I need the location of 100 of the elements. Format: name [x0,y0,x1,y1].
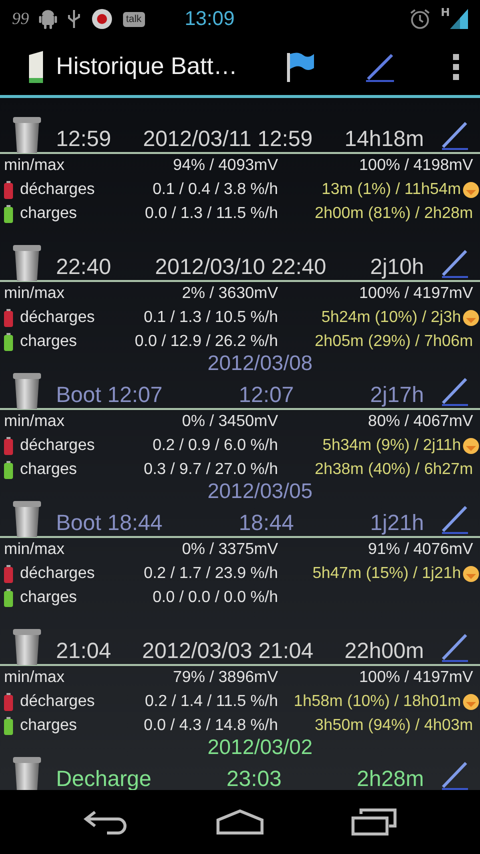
entry-time: 2012/03/10 22:40 [154,254,328,280]
battery-icon [26,50,46,84]
record-icon [91,8,113,30]
entry-time: 2012/03/03 21:04 [141,638,314,664]
overflow-menu-icon[interactable] [452,52,460,80]
battery-icon [4,589,13,607]
max-value: 100% / 4198mV [358,157,473,175]
discharge-estimate: 13m (1%) / 11h54m [322,181,461,199]
discharge-estimate: 5h24m (10%) / 2j3h [321,309,461,327]
row-label: décharges [20,309,95,327]
max-value: 80% / 4067mV [367,413,473,431]
battery-icon [4,461,13,479]
row-label: décharges [20,181,95,199]
trash-icon[interactable] [12,756,42,790]
max-value: 91% / 4076mV [367,541,473,559]
entry-label: 21:04 [56,638,112,664]
date-heading: 2012/03/02 [207,736,313,760]
entry-label: Boot 18:44 [56,510,162,536]
row-label: min/max [4,285,66,303]
date-heading: 2012/03/08 [207,352,313,376]
notification-text: 99 [12,9,29,29]
edit-icon[interactable] [440,631,470,663]
edit-icon[interactable] [440,247,470,279]
edit-icon[interactable] [440,503,470,535]
charge-estimate: 3h50m (94%) / 4h03m [314,717,473,735]
battery-icon [4,437,13,455]
edit-icon[interactable] [440,119,470,151]
edit-icon[interactable] [440,375,470,407]
row-label: charges [20,333,77,351]
trash-icon[interactable] [12,628,42,666]
battery-icon [4,717,13,735]
entry-time: 18:44 [238,510,295,536]
battery-icon [4,205,13,223]
discharge-estimate: 1h58m (10%) / 18h01m [294,693,461,711]
charge-estimate: 2h38m (40%) / 6h27m [314,461,473,479]
entry-duration: 2j10h [370,254,424,280]
min-value: 0% / 3375mV [180,541,278,559]
home-icon[interactable] [216,809,264,835]
battery-icon [4,333,13,351]
discharge-estimate: 5h47m (15%) / 1j21h [312,565,461,583]
charge-estimate: 2h00m (81%) / 2h28m [314,205,473,223]
discharge-rates: 0.1 / 0.4 / 3.8 %/h [152,181,278,199]
charge-rates: 0.0 / 0.0 / 0.0 %/h [152,589,278,607]
network-type: H [440,6,450,19]
android-icon [39,9,57,29]
entry-time: 12:07 [238,382,295,408]
row-label: min/max [4,541,66,559]
entry-label: 22:40 [56,254,112,280]
discharge-rates: 0.2 / 1.7 / 23.9 %/h [142,565,278,583]
charge-rates: 0.3 / 9.7 / 27.0 %/h [142,461,278,479]
recent-apps-icon[interactable] [350,808,397,836]
entry-duration: 2j17h [370,382,424,408]
row-label: charges [20,717,77,735]
trash-icon[interactable] [12,372,42,410]
min-value: 79% / 3896mV [172,669,278,687]
row-label: min/max [4,413,66,431]
alarm-icon [408,8,431,30]
battery-icon [4,693,13,711]
row-label: charges [20,205,77,223]
app-title: Historique Batt… [56,52,238,80]
entry-time: 2012/03/11 12:59 [142,126,314,152]
discharge-estimate: 5h34m (9%) / 2j11h [322,437,461,455]
entry-time: 23:03 [226,766,283,790]
row-label: min/max [4,669,66,687]
charge-rates: 0.0 / 4.3 / 14.8 %/h [142,717,278,735]
trash-icon[interactable] [12,244,42,282]
discharge-rates: 0.2 / 1.4 / 11.5 %/h [144,693,278,711]
row-label: min/max [4,157,66,175]
entry-duration: 1j21h [370,510,424,536]
trash-icon[interactable] [12,116,42,154]
battery-icon [4,181,13,199]
battery-icon [4,565,13,583]
trash-icon[interactable] [12,500,42,538]
usb-icon [67,8,81,30]
battery-icon [4,309,13,327]
date-heading: 2012/03/05 [207,480,313,504]
entry-duration: 2h28m [356,766,424,790]
row-label: charges [20,589,77,607]
charge-rates: 0.0 / 1.3 / 11.5 %/h [144,205,278,223]
entry-label: Boot 12:07 [56,382,162,408]
back-icon[interactable] [83,809,130,835]
row-label: décharges [20,693,95,711]
min-value: 2% / 3630mV [180,285,278,303]
max-value: 100% / 4197mV [358,669,473,687]
flag-icon[interactable] [286,50,316,82]
min-value: 94% / 4093mV [172,157,278,175]
signal-icon [450,9,468,29]
row-label: décharges [20,565,95,583]
discharge-rates: 0.1 / 1.3 / 10.5 %/h [142,309,278,327]
entry-label: 12:59 [56,126,112,152]
entry-duration: 22h00m [344,638,424,664]
talk-icon: talk [123,12,145,26]
entry-duration: 14h18m [344,126,424,152]
edit-icon[interactable] [440,759,470,790]
charge-rates: 0.0 / 12.9 / 26.2 %/h [134,333,278,351]
row-label: décharges [20,437,95,455]
clock-time: 13:09 [184,8,235,30]
max-value: 100% / 4197mV [358,285,473,303]
charge-estimate: 2h05m (29%) / 7h06m [314,333,473,351]
discharge-rates: 0.2 / 0.9 / 6.0 %/h [152,437,278,455]
